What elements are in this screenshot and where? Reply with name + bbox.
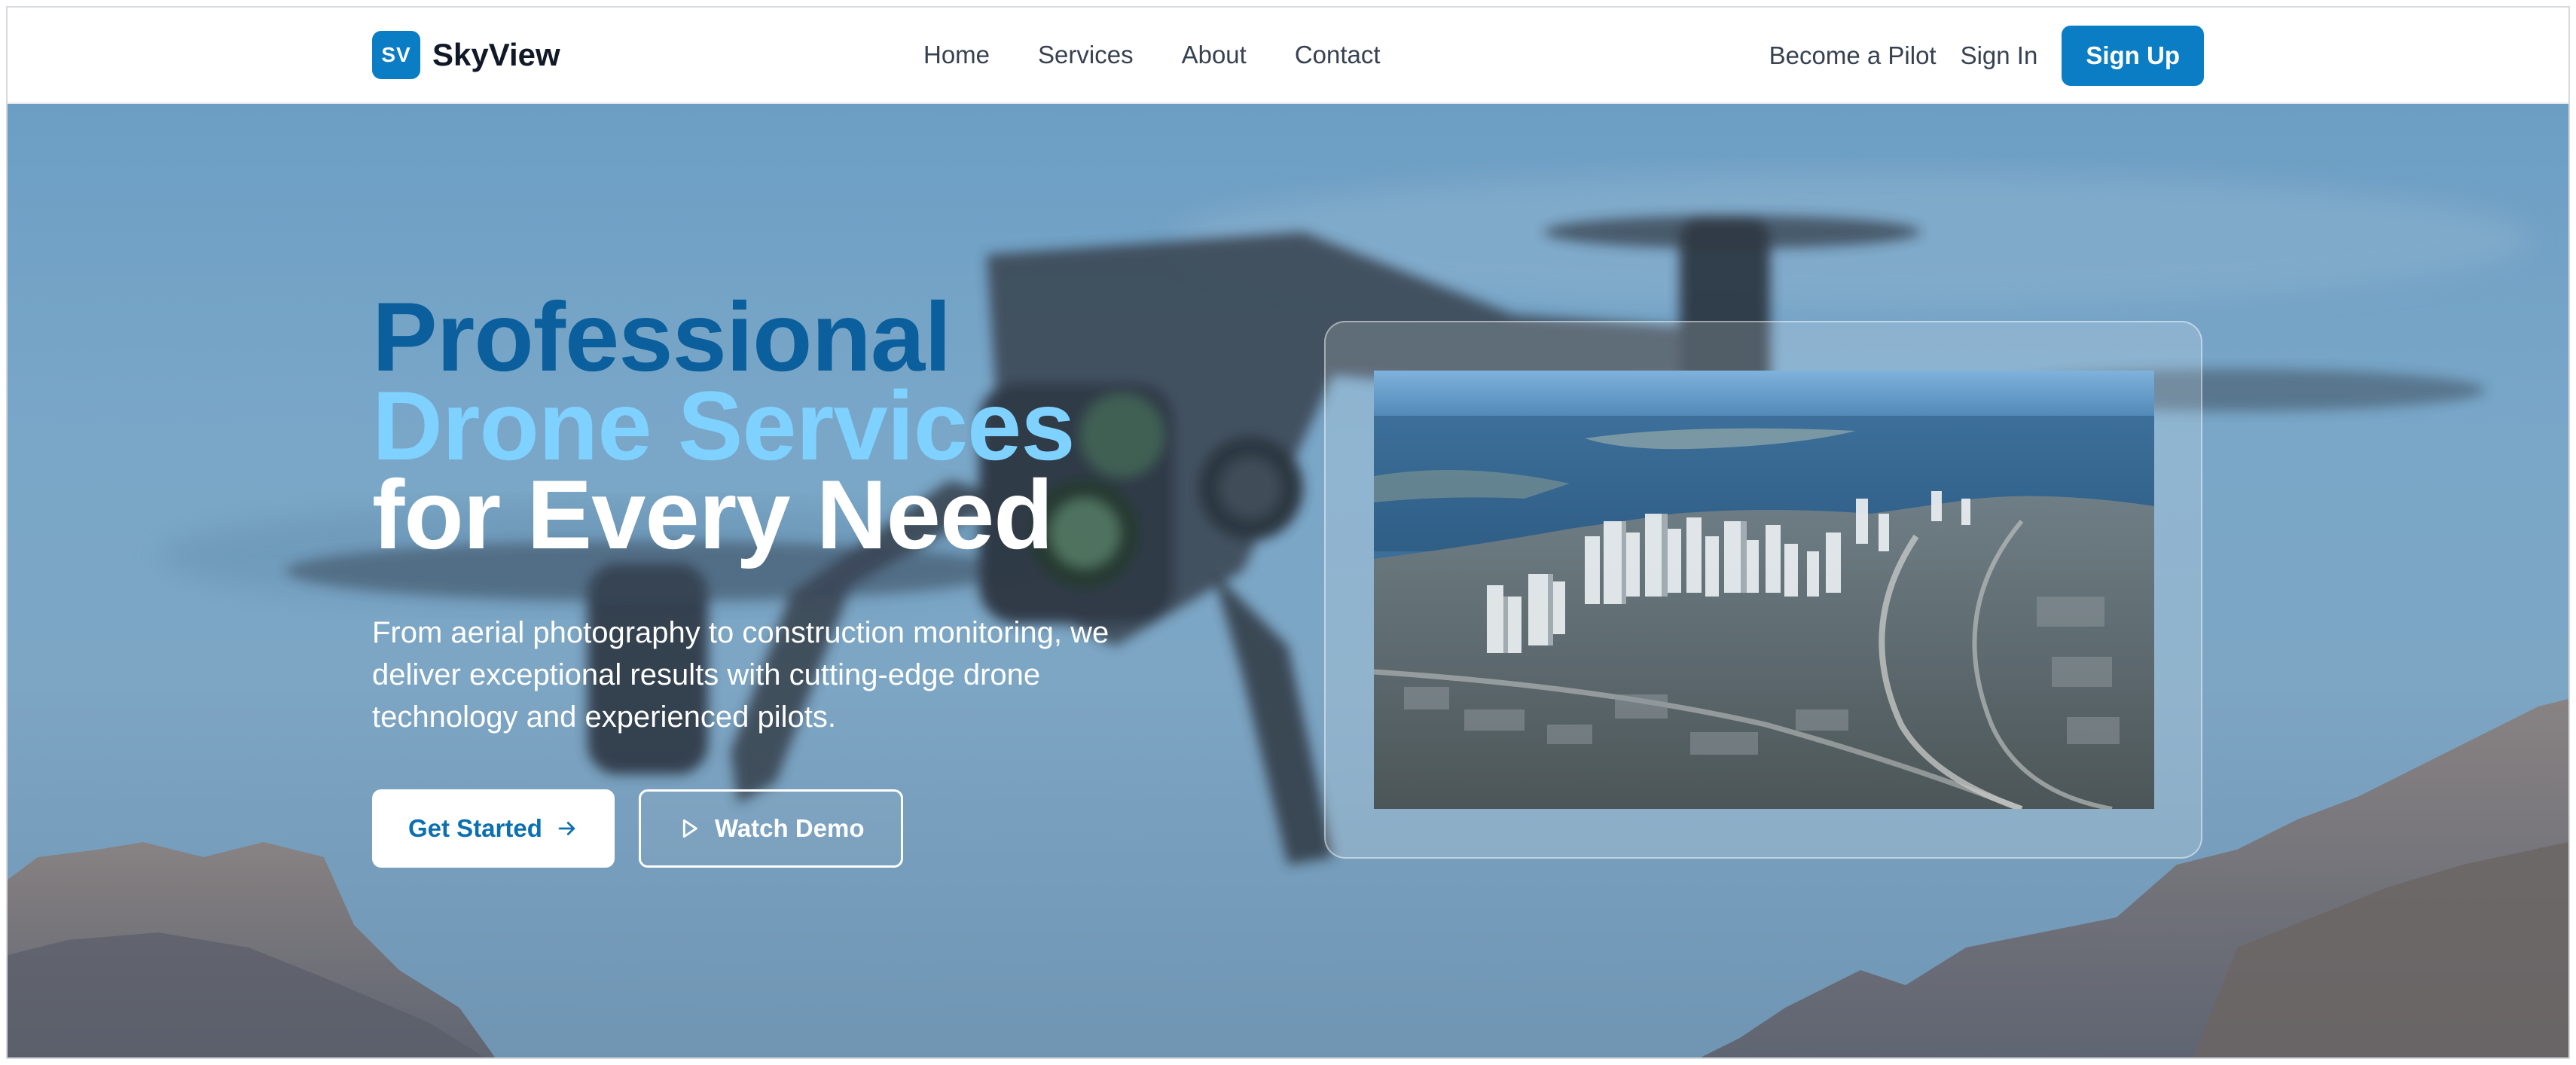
headline-line-1: Professional xyxy=(372,282,951,392)
hero-headline: Professional Drone Services for Every Ne… xyxy=(372,282,1201,569)
get-started-label: Get Started xyxy=(408,814,542,842)
hero-section: Professional Drone Services for Every Ne… xyxy=(8,104,2568,1057)
watch-demo-button[interactable]: Watch Demo xyxy=(638,789,903,868)
sign-in-link[interactable]: Sign In xyxy=(1961,41,2038,70)
arrow-right-icon xyxy=(558,822,575,835)
nav-link-contact[interactable]: Contact xyxy=(1295,41,1381,69)
brand-badge: SV xyxy=(372,31,420,79)
nav-link-home[interactable]: Home xyxy=(923,41,990,69)
brand-logo[interactable]: SV SkyView xyxy=(372,31,560,79)
sign-up-button[interactable]: Sign Up xyxy=(2062,26,2204,86)
headline-line-3: for Every Need xyxy=(372,459,1054,569)
nav-actions: Become a Pilot Sign In Sign Up xyxy=(1769,26,2204,86)
main-nav: Home Services About Contact xyxy=(923,41,1381,69)
hero-cta-row: Get Started Watch Demo xyxy=(372,789,1201,868)
brand-name: SkyView xyxy=(432,37,560,72)
navbar: SV SkyView Home Services About Contact B… xyxy=(8,8,2568,104)
watch-demo-label: Watch Demo xyxy=(714,814,865,842)
get-started-button[interactable]: Get Started xyxy=(372,789,615,868)
hero-content: Professional Drone Services for Every Ne… xyxy=(372,282,1201,868)
hero-subtext: From aerial photography to construction … xyxy=(372,616,1109,734)
nav-link-about[interactable]: About xyxy=(1182,41,1247,69)
hero-media-card xyxy=(1324,321,2202,859)
play-icon xyxy=(682,819,697,838)
nav-link-services[interactable]: Services xyxy=(1038,41,1134,69)
become-pilot-link[interactable]: Become a Pilot xyxy=(1769,41,1937,70)
browser-frame: SV SkyView Home Services About Contact B… xyxy=(6,6,2570,1059)
aerial-city-image xyxy=(1374,371,2154,809)
headline-line-2: Drone Services xyxy=(372,371,1076,481)
